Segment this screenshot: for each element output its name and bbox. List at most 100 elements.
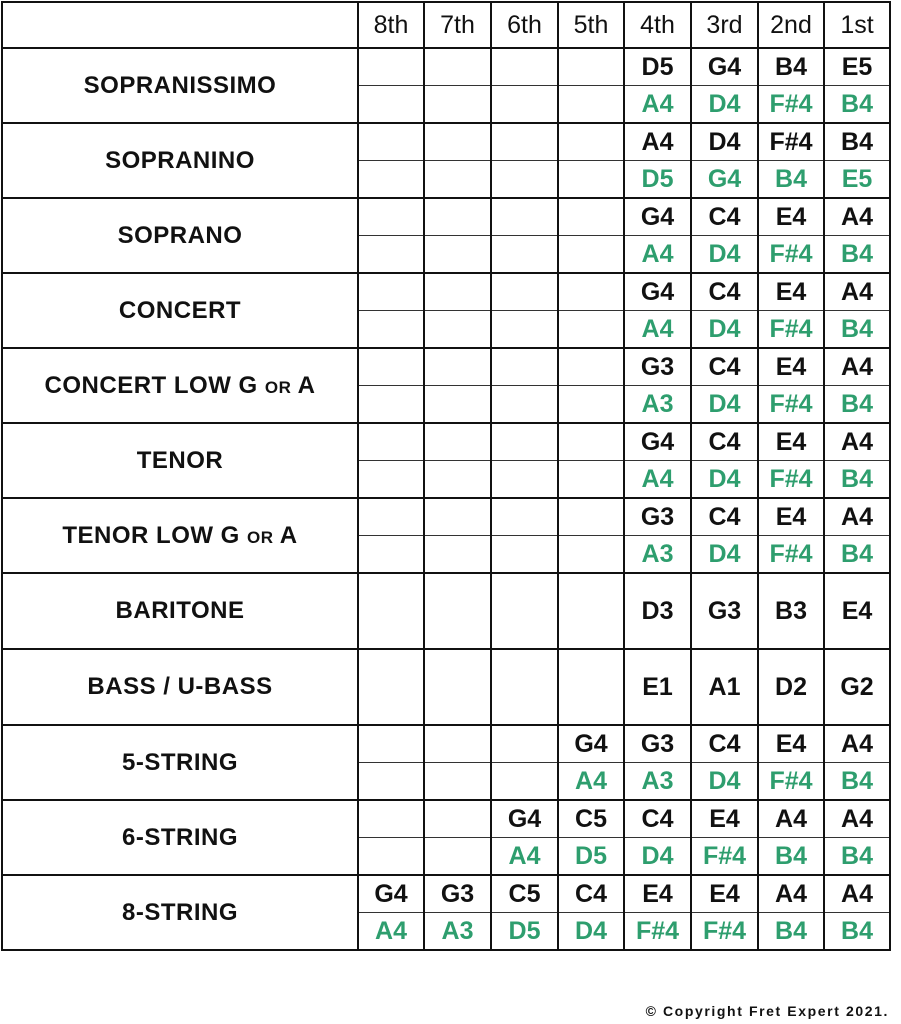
standard-tuning-note: E4 bbox=[757, 422, 825, 461]
standard-tuning-note: G4 bbox=[490, 799, 559, 838]
alternate-tuning-note bbox=[557, 460, 625, 499]
alternate-tuning-note bbox=[557, 535, 625, 574]
alternate-tuning-note: D4 bbox=[690, 235, 759, 274]
instrument-name-text: 6-STRING bbox=[121, 823, 238, 851]
alternate-tuning-note bbox=[557, 235, 625, 274]
standard-tuning-note bbox=[357, 648, 425, 726]
alternate-tuning-note bbox=[423, 837, 492, 876]
alternate-tuning-note: F#4 bbox=[690, 837, 759, 876]
instrument-row: TENOR LOW G OR A G3 C4 E4 A4 bbox=[1, 497, 891, 574]
alternate-tuning-note: D5 bbox=[490, 912, 559, 951]
standard-tuning-note: C4 bbox=[690, 347, 759, 386]
standard-tuning-note: G3 bbox=[423, 874, 492, 913]
alternate-tuning-note bbox=[357, 235, 425, 274]
instrument-name-or: OR bbox=[247, 527, 274, 547]
standard-tuning-note: G2 bbox=[823, 648, 891, 726]
alternate-tuning-note: B4 bbox=[823, 837, 891, 876]
standard-tuning-note bbox=[490, 497, 559, 536]
standard-tuning-note bbox=[423, 724, 492, 763]
standard-tuning-note bbox=[423, 422, 492, 461]
instrument-row: SOPRANISSIMO D5 G4 B4 E5 bbox=[1, 47, 891, 124]
standard-tuning-note: C4 bbox=[690, 497, 759, 536]
instrument-row: SOPRANO G4 C4 E4 A4 bbox=[1, 197, 891, 274]
standard-tuning-note bbox=[357, 422, 425, 461]
alternate-tuning-note bbox=[357, 762, 425, 801]
alternate-tuning-note bbox=[490, 160, 559, 199]
standard-tuning-note: E4 bbox=[623, 874, 692, 913]
copyright-notice: © Copyright Fret Expert 2021. bbox=[645, 1003, 889, 1019]
instrument-row: CONCERT LOW G OR A G3 C4 E4 A4 bbox=[1, 347, 891, 424]
standard-tuning-note: E4 bbox=[690, 799, 759, 838]
column-header-8th: 8th bbox=[357, 1, 425, 49]
standard-tuning-note: A4 bbox=[823, 197, 891, 236]
standard-tuning-note: G4 bbox=[623, 197, 692, 236]
alternate-tuning-note: E5 bbox=[823, 160, 891, 199]
instrument-name-or: OR bbox=[264, 377, 292, 397]
standard-tuning-note bbox=[357, 497, 425, 536]
alternate-tuning-note: A4 bbox=[623, 310, 692, 349]
alternate-tuning-note: B4 bbox=[823, 535, 891, 574]
instrument-name-text: CONCERT LOW G bbox=[44, 371, 265, 399]
alternate-tuning-note bbox=[423, 535, 492, 574]
standard-tuning-note: C4 bbox=[690, 422, 759, 461]
alternate-tuning-note: A3 bbox=[623, 762, 692, 801]
alternate-tuning-note bbox=[357, 837, 425, 876]
header-row: 8th 7th 6th 5th 4th 3rd 2nd 1st bbox=[1, 1, 891, 49]
alternate-tuning-note bbox=[357, 385, 425, 424]
column-header-3rd: 3rd bbox=[690, 1, 759, 49]
alternate-tuning-note bbox=[490, 762, 559, 801]
alternate-tuning-note: A3 bbox=[623, 385, 692, 424]
standard-tuning-note: A4 bbox=[823, 422, 891, 461]
standard-tuning-note: E4 bbox=[690, 874, 759, 913]
instrument-name: BASS / U-BASS bbox=[1, 648, 359, 726]
alternate-tuning-note: A3 bbox=[623, 535, 692, 574]
alternate-tuning-note bbox=[490, 235, 559, 274]
alternate-tuning-note: F#4 bbox=[690, 912, 759, 951]
standard-tuning-note: G3 bbox=[623, 497, 692, 536]
alternate-tuning-note bbox=[490, 535, 559, 574]
alternate-tuning-note bbox=[423, 385, 492, 424]
standard-tuning-note bbox=[490, 572, 559, 650]
alternate-tuning-note bbox=[357, 160, 425, 199]
standard-tuning-note: B4 bbox=[823, 122, 891, 161]
standard-tuning-note: G4 bbox=[690, 47, 759, 86]
alternate-tuning-note: F#4 bbox=[757, 535, 825, 574]
standard-tuning-note: G3 bbox=[690, 572, 759, 650]
alternate-tuning-note bbox=[490, 85, 559, 124]
standard-tuning-note: C5 bbox=[557, 799, 625, 838]
standard-tuning-note: A4 bbox=[823, 799, 891, 838]
instrument-name-text: TENOR LOW G bbox=[62, 521, 248, 549]
standard-tuning-note bbox=[557, 648, 625, 726]
standard-tuning-note: B4 bbox=[757, 47, 825, 86]
standard-tuning-note: D5 bbox=[623, 47, 692, 86]
instrument-name-text: SOPRANINO bbox=[105, 146, 255, 174]
standard-tuning-note bbox=[357, 197, 425, 236]
column-header-1st: 1st bbox=[823, 1, 891, 49]
alternate-tuning-note bbox=[357, 310, 425, 349]
standard-tuning-note: D3 bbox=[623, 572, 692, 650]
standard-tuning-note: C4 bbox=[690, 724, 759, 763]
standard-tuning-note bbox=[557, 422, 625, 461]
alternate-tuning-note: B4 bbox=[823, 385, 891, 424]
alternate-tuning-note bbox=[423, 460, 492, 499]
standard-tuning-note bbox=[423, 799, 492, 838]
standard-tuning-note: G3 bbox=[623, 347, 692, 386]
alternate-tuning-note: F#4 bbox=[757, 762, 825, 801]
alternate-tuning-note bbox=[557, 85, 625, 124]
alternate-tuning-note: F#4 bbox=[757, 385, 825, 424]
standard-tuning-note bbox=[357, 272, 425, 311]
instrument-name: SOPRANO bbox=[1, 197, 359, 274]
standard-tuning-note bbox=[557, 47, 625, 86]
instrument-name: 6-STRING bbox=[1, 799, 359, 876]
standard-tuning-note: C4 bbox=[690, 272, 759, 311]
instrument-name-text: SOPRANO bbox=[117, 221, 243, 249]
standard-tuning-note bbox=[423, 47, 492, 86]
alternate-tuning-note: F#4 bbox=[757, 85, 825, 124]
standard-tuning-note bbox=[490, 347, 559, 386]
alternate-tuning-note: B4 bbox=[823, 310, 891, 349]
instrument-name: 5-STRING bbox=[1, 724, 359, 801]
instrument-name: SOPRANINO bbox=[1, 122, 359, 199]
alternate-tuning-note: F#4 bbox=[623, 912, 692, 951]
alternate-tuning-note: F#4 bbox=[757, 310, 825, 349]
alternate-tuning-note bbox=[557, 385, 625, 424]
